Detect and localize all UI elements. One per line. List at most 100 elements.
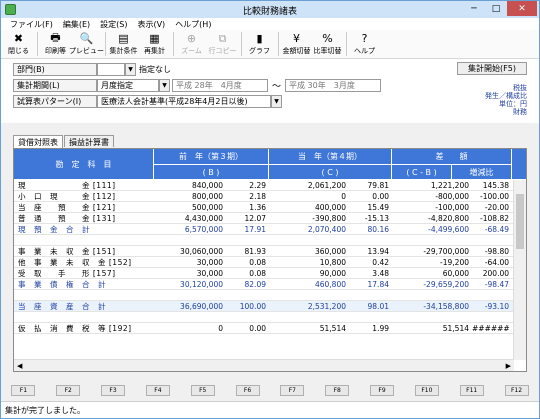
row-copy-icon: ⧉ <box>218 31 227 45</box>
table-row[interactable]: 当 座 預 金 [121] 500,000 1.36 400,000 15.49 -100… <box>14 202 514 213</box>
cell-prev: 4,430,000 <box>184 213 223 223</box>
printer-icon: 🖶 <box>50 31 61 44</box>
ratio-mode: 発生／構成比 <box>485 92 527 100</box>
dept-code-input[interactable] <box>97 63 125 76</box>
menu-view[interactable]: 表示(V) <box>132 19 170 30</box>
cell-diff: -4,820,800 <box>428 213 469 223</box>
cell-prev: 0 <box>218 323 223 333</box>
cell-rate: -100.00 <box>480 191 509 201</box>
menu-help[interactable]: ヘルプ(H) <box>170 19 216 30</box>
tab-balance-sheet[interactable]: 貸借対照表 <box>13 135 63 148</box>
cell-rate: 200.00 <box>482 268 509 278</box>
ratio-switch-icon: % <box>322 32 333 45</box>
close-window-button[interactable]: ✕ <box>507 1 537 16</box>
table-row[interactable] <box>14 312 514 323</box>
fkey-f7[interactable]: F7 <box>280 384 305 396</box>
toolbar-printer-button[interactable]: 🖶 印刷等 <box>43 31 68 56</box>
cell-prev-r: 100.00 <box>239 301 266 311</box>
range-tilde: 〜 <box>272 82 282 92</box>
table-row[interactable]: 事 業 未 収 金 [151] 30,060,000 81.93 360,000 13.… <box>14 246 514 257</box>
menu-settings[interactable]: 設定(S) <box>95 19 132 30</box>
period-to-input[interactable]: 平成 30年 3月度 <box>285 79 382 92</box>
table-row[interactable]: 現 預 金 合 計 6,570,000 17.91 2,070,400 80.16 -4,… <box>14 224 514 235</box>
toolbar-preview-button[interactable]: 🔍 プレビュー <box>69 32 104 56</box>
cell-curr: 400,000 <box>314 202 346 212</box>
fkey-f2[interactable]: F2 <box>56 384 81 396</box>
cell-prev-r: 0.08 <box>249 268 266 278</box>
period-mode-dropdown-icon[interactable]: ▼ <box>159 79 170 92</box>
cell-prev-r: 2.18 <box>249 191 266 201</box>
menu-bar: ファイル(F) 編集(E) 設定(S) 表示(V) ヘルプ(H) <box>1 18 539 30</box>
table-row[interactable]: 普 通 預 金 [131] 4,430,000 12.07 -390,800 -15.1… <box>14 213 514 224</box>
cell-prev: 36,690,000 <box>180 301 223 311</box>
horizontal-scrollbar[interactable]: ◀ ▶ <box>14 359 514 371</box>
pattern-select[interactable]: 医療法人会計基準(平成28年4月2日以後) <box>97 95 271 108</box>
table-row[interactable]: 受 取 手 形 [157] 30,000 0.08 90,000 3.48 60,000 2… <box>14 268 514 279</box>
cell-prev: 800,000 <box>191 191 223 201</box>
cell-prev-r: 17.91 <box>244 224 266 234</box>
cell-diff: -19,200 <box>440 257 469 267</box>
tab-income-statement[interactable]: 損益計算書 <box>64 135 114 147</box>
menu-edit[interactable]: 編集(E) <box>58 19 95 30</box>
toolbar-conditions-button[interactable]: ▤ 集計条件 <box>110 32 138 56</box>
toolbar-graph-button[interactable]: ▮ グラフ <box>247 32 272 56</box>
toolbar-recalc-button[interactable]: ▦ 再集計 <box>142 32 167 56</box>
toolbar-amount-switch-button[interactable]: ¥ 金額切替 <box>283 32 311 56</box>
vertical-scroll-thumb[interactable] <box>516 194 524 249</box>
minimize-button[interactable]: ─ <box>463 1 485 16</box>
cell-curr-r: 0.00 <box>372 191 389 201</box>
toolbar-zoom-button[interactable]: ⊕ ズーム <box>179 32 204 56</box>
toolbar-close-button[interactable]: ✖ 閉じる <box>6 32 31 56</box>
cell-name: 現 金 [111] <box>18 180 116 190</box>
tax-mode: 税抜 <box>513 84 527 92</box>
table-row[interactable]: 仮 払 消 費 税 等 [192] 0 0.00 51,514 1.99 51,514 ##… <box>14 323 514 334</box>
cell-rate: -20.00 <box>484 202 509 212</box>
fkey-f12[interactable]: F12 <box>504 384 529 396</box>
toolbar-row-copy-button[interactable]: ⧉ 行コピー <box>209 31 237 56</box>
scroll-left-icon[interactable]: ◀ <box>17 362 22 370</box>
unit-mode: 単位：円 <box>499 100 527 108</box>
preview-icon: 🔍 <box>79 32 94 45</box>
maximize-button[interactable]: □ <box>485 1 507 16</box>
cell-prev: 30,120,000 <box>180 279 223 289</box>
cell-name: 当 座 預 金 [121] <box>18 202 116 212</box>
table-row[interactable]: 現 金 [111] 840,000 2.29 2,061,200 79.81 1,221,… <box>14 180 514 191</box>
toolbar-separator <box>173 32 174 56</box>
fkey-f1[interactable]: F1 <box>11 384 36 396</box>
table-row[interactable]: 小 口 現 金 [112] 800,000 2.18 0 0.00 -800,000 -10… <box>14 191 514 202</box>
fkey-f10[interactable]: F10 <box>414 384 439 396</box>
pattern-dropdown-icon[interactable]: ▼ <box>271 95 282 108</box>
start-aggregation-button[interactable]: 集計開始(F5) <box>457 62 527 75</box>
cell-prev: 840,000 <box>191 180 223 190</box>
toolbar-separator <box>105 32 106 56</box>
menu-file[interactable]: ファイル(F) <box>5 19 58 30</box>
dept-dropdown-icon[interactable]: ▼ <box>125 63 136 76</box>
cell-prev-r: 82.09 <box>244 279 266 289</box>
fkey-f3[interactable]: F3 <box>101 384 126 396</box>
table-row[interactable]: 当 座 資 産 合 計 36,690,000 100.00 2,531,200 98.0… <box>14 301 514 312</box>
table-row[interactable] <box>14 290 514 301</box>
fkey-f5[interactable]: F5 <box>190 384 215 396</box>
conditions-icon: ▤ <box>118 32 129 45</box>
vertical-scrollbar[interactable] <box>513 180 526 360</box>
fkey-f11[interactable]: F11 <box>459 384 484 396</box>
toolbar-ratio-switch-button[interactable]: % 比率切替 <box>313 32 342 56</box>
toolbar-label: 比率切替 <box>313 47 342 55</box>
period-mode-select[interactable]: 月度指定 <box>97 79 159 92</box>
period-from-input[interactable]: 平成 28年 4月度 <box>172 79 268 92</box>
fkey-f8[interactable]: F8 <box>325 384 350 396</box>
toolbar-label: ヘルプ <box>354 47 375 55</box>
fkey-f9[interactable]: F9 <box>370 384 395 396</box>
cell-rate: -64.00 <box>484 257 509 267</box>
fkey-f4[interactable]: F4 <box>145 384 170 396</box>
table-row[interactable]: 他 事 業 未 収 金 [152] 30,000 0.08 10,800 0.42 -19… <box>14 257 514 268</box>
scroll-right-icon[interactable]: ▶ <box>506 362 511 370</box>
fkey-f6[interactable]: F6 <box>235 384 260 396</box>
toolbar-help-button[interactable]: ? ヘルプ <box>352 32 377 56</box>
table-row[interactable] <box>14 235 514 246</box>
cell-name: 受 取 手 形 [157] <box>18 268 116 278</box>
cell-rate: ###### <box>472 323 510 333</box>
table-row[interactable]: 事 業 債 権 合 計 30,120,000 82.09 460,800 17.84 -2… <box>14 279 514 290</box>
cell-diff: -29,659,200 <box>423 279 469 289</box>
window-title: 比較財務諸表 <box>242 7 297 17</box>
